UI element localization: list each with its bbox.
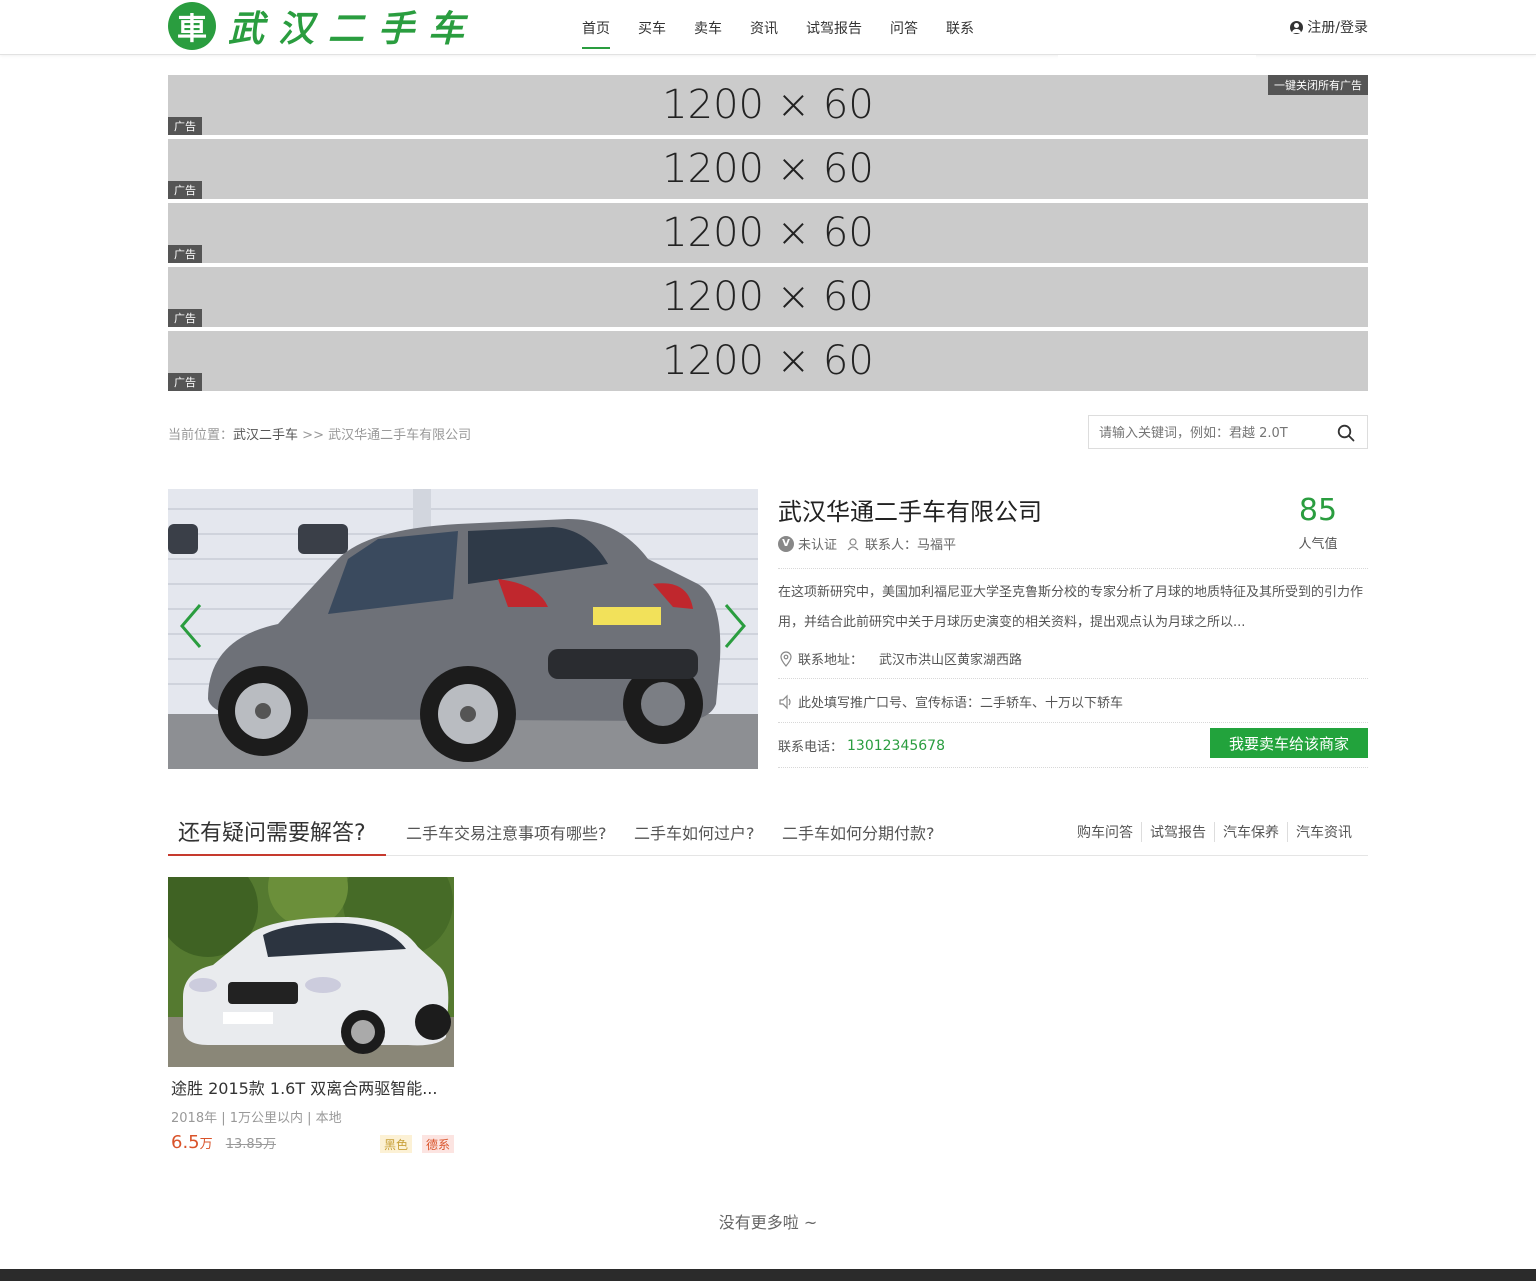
car-color-tag: 黑色 [379, 1135, 412, 1153]
popularity: 85 人气值 [1278, 493, 1358, 552]
ad-banner[interactable]: 1200 × 60 广告 [168, 267, 1368, 327]
breadcrumb-prefix: 当前位置： [168, 428, 234, 443]
speaker-icon [779, 694, 791, 709]
address-value: 武汉市洪山区黄家湖西路 [879, 653, 1023, 668]
slogan-text: 此处填写推广口号、宣传标语：二手轿车、十万以下轿车 [798, 696, 1124, 711]
qa-bar: 还有疑问需要解答? 二手车交易注意事项有哪些? 二手车如何过户? 二手车如何分期… [168, 805, 1368, 856]
dealer-photo-carousel[interactable] [168, 489, 758, 769]
ad-tag: 广告 [168, 181, 202, 199]
nav-qa[interactable]: 问答 [876, 0, 932, 55]
car-listing-photo [168, 877, 454, 1067]
breadcrumb: 当前位置：武汉二手车 >> 武汉华通二手车有限公司 [168, 424, 471, 443]
nav-sell[interactable]: 卖车 [680, 0, 736, 55]
contact-person: 联系人：马福平 [865, 538, 957, 553]
address-row: 联系地址： 武汉市洪山区黄家湖西路 [778, 649, 1022, 668]
car-photo [168, 489, 758, 769]
dealer-info-panel: 武汉华通二手车有限公司 V 未认证 联系人：马福平 85 人气值 在这项新研究中… [778, 489, 1368, 769]
login-label: 注册/登录 [1307, 20, 1368, 36]
carousel-next-arrow[interactable] [720, 601, 750, 651]
nav-contact[interactable]: 联系 [932, 0, 988, 55]
nav-news[interactable]: 资讯 [736, 0, 792, 55]
verified-icon: V [778, 535, 794, 552]
car-listing-title[interactable]: 途胜 2015款 1.6T 双离合两驱智能... [168, 1075, 454, 1099]
ad-tag: 广告 [168, 309, 202, 327]
car-listing-meta: 2018年 | 1万公里以内 | 本地 [171, 1111, 342, 1126]
ad-banner[interactable]: 1200 × 60 广告 一键关闭所有广告 [168, 75, 1368, 135]
search-input[interactable] [1099, 423, 1319, 443]
address-label: 联系地址： [798, 653, 864, 668]
qa-question-link[interactable]: 二手车如何分期付款? [782, 820, 935, 844]
divider [778, 767, 1368, 768]
ad-size-label: 1200 × 60 [662, 146, 874, 192]
verify-status: 未认证 [798, 538, 838, 553]
user-icon [1290, 20, 1304, 34]
popularity-value: 85 [1298, 493, 1338, 528]
ad-tag: 广告 [168, 245, 202, 263]
nav-home[interactable]: 首页 [568, 0, 624, 55]
ad-size-label: 1200 × 60 [662, 274, 874, 320]
qa-title: 还有疑问需要解答? [168, 805, 386, 856]
main-nav: 首页 买车 卖车 资讯 试驾报告 问答 联系 [568, 0, 988, 55]
car-listing-card[interactable]: 途胜 2015款 1.6T 双离合两驱智能... 2018年 | 1万公里以内 … [168, 877, 454, 1156]
phone-number[interactable]: 13012345678 [847, 738, 945, 754]
ad-banners: 1200 × 60 广告 一键关闭所有广告 1200 × 60 广告 1200 … [168, 75, 1368, 395]
site-logo[interactable]: 車 武汉二手车 [168, 2, 478, 50]
ad-tag: 广告 [168, 373, 202, 391]
dealer-description: 在这项新研究中，美国加利福尼亚大学圣克鲁斯分校的专家分析了月球的地质特征及其所受… [778, 585, 1364, 630]
close-all-ads-button[interactable]: 一键关闭所有广告 [1268, 75, 1368, 95]
breadcrumb-separator: >> [302, 428, 324, 443]
sell-to-dealer-button[interactable]: 我要卖车给该商家 [1210, 728, 1368, 758]
logo-badge: 車 [168, 2, 216, 50]
search-box [1088, 415, 1368, 449]
login-link[interactable]: 注册/登录 [1290, 17, 1368, 37]
qa-question-link[interactable]: 二手车如何过户? [634, 820, 755, 844]
ad-banner[interactable]: 1200 × 60 广告 [168, 331, 1368, 391]
car-listing-old-price: 13.85万 [225, 1137, 276, 1152]
slogan-row: 此处填写推广口号、宣传标语：二手轿车、十万以下轿车 [778, 692, 1123, 711]
nav-dropdown-remnant [1058, 55, 1256, 67]
breadcrumb-current: 武汉华通二手车有限公司 [328, 428, 472, 443]
phone-row: 联系电话： 13012345678 [778, 736, 945, 756]
car-origin-tag: 德系 [421, 1135, 454, 1153]
car-listing-price-unit: 万 [199, 1137, 213, 1152]
popularity-label: 人气值 [1298, 537, 1338, 552]
breadcrumb-home[interactable]: 武汉二手车 [233, 428, 298, 443]
footer-bar [0, 1269, 1536, 1281]
nav-test-drive[interactable]: 试驾报告 [792, 0, 876, 55]
qa-link-test-drive[interactable]: 试驾报告 [1141, 822, 1214, 842]
ad-size-label: 1200 × 60 [662, 210, 874, 256]
divider [778, 678, 1368, 679]
no-more-indicator: 没有更多啦 ~ [718, 1213, 818, 1232]
qa-category-links: 购车问答 试驾报告 汽车保养 汽车资讯 [1069, 822, 1360, 842]
car-listing-image[interactable] [168, 877, 454, 1067]
car-listing-price-row: 6.5万 13.85万 黑色 德系 [168, 1132, 454, 1156]
location-icon [780, 650, 792, 667]
divider [778, 568, 1368, 569]
ad-banner[interactable]: 1200 × 60 广告 [168, 203, 1368, 263]
divider [778, 722, 1368, 723]
qa-question-link[interactable]: 二手车交易注意事项有哪些? [406, 820, 607, 844]
ad-size-label: 1200 × 60 [662, 338, 874, 384]
car-listing-price: 6.5 [171, 1132, 200, 1153]
logo-text: 武汉二手车 [228, 8, 479, 50]
qa-link-buying[interactable]: 购车问答 [1069, 822, 1141, 842]
ad-tag: 广告 [168, 117, 202, 135]
carousel-prev-arrow[interactable] [176, 601, 206, 651]
contact-person-icon [847, 537, 859, 550]
ad-size-label: 1200 × 60 [662, 82, 874, 128]
dealer-name: 武汉华通二手车有限公司 [778, 498, 1042, 526]
phone-label: 联系电话： [778, 740, 844, 755]
qa-link-news[interactable]: 汽车资讯 [1287, 822, 1360, 842]
search-icon[interactable] [1337, 424, 1355, 442]
ad-banner[interactable]: 1200 × 60 广告 [168, 139, 1368, 199]
qa-link-maintenance[interactable]: 汽车保养 [1214, 822, 1287, 842]
nav-buy[interactable]: 买车 [624, 0, 680, 55]
site-header: 車 武汉二手车 首页 买车 卖车 资讯 试驾报告 问答 联系 注册/登录 [0, 0, 1536, 55]
dealer-badges: V 未认证 联系人：马福平 [778, 534, 956, 553]
